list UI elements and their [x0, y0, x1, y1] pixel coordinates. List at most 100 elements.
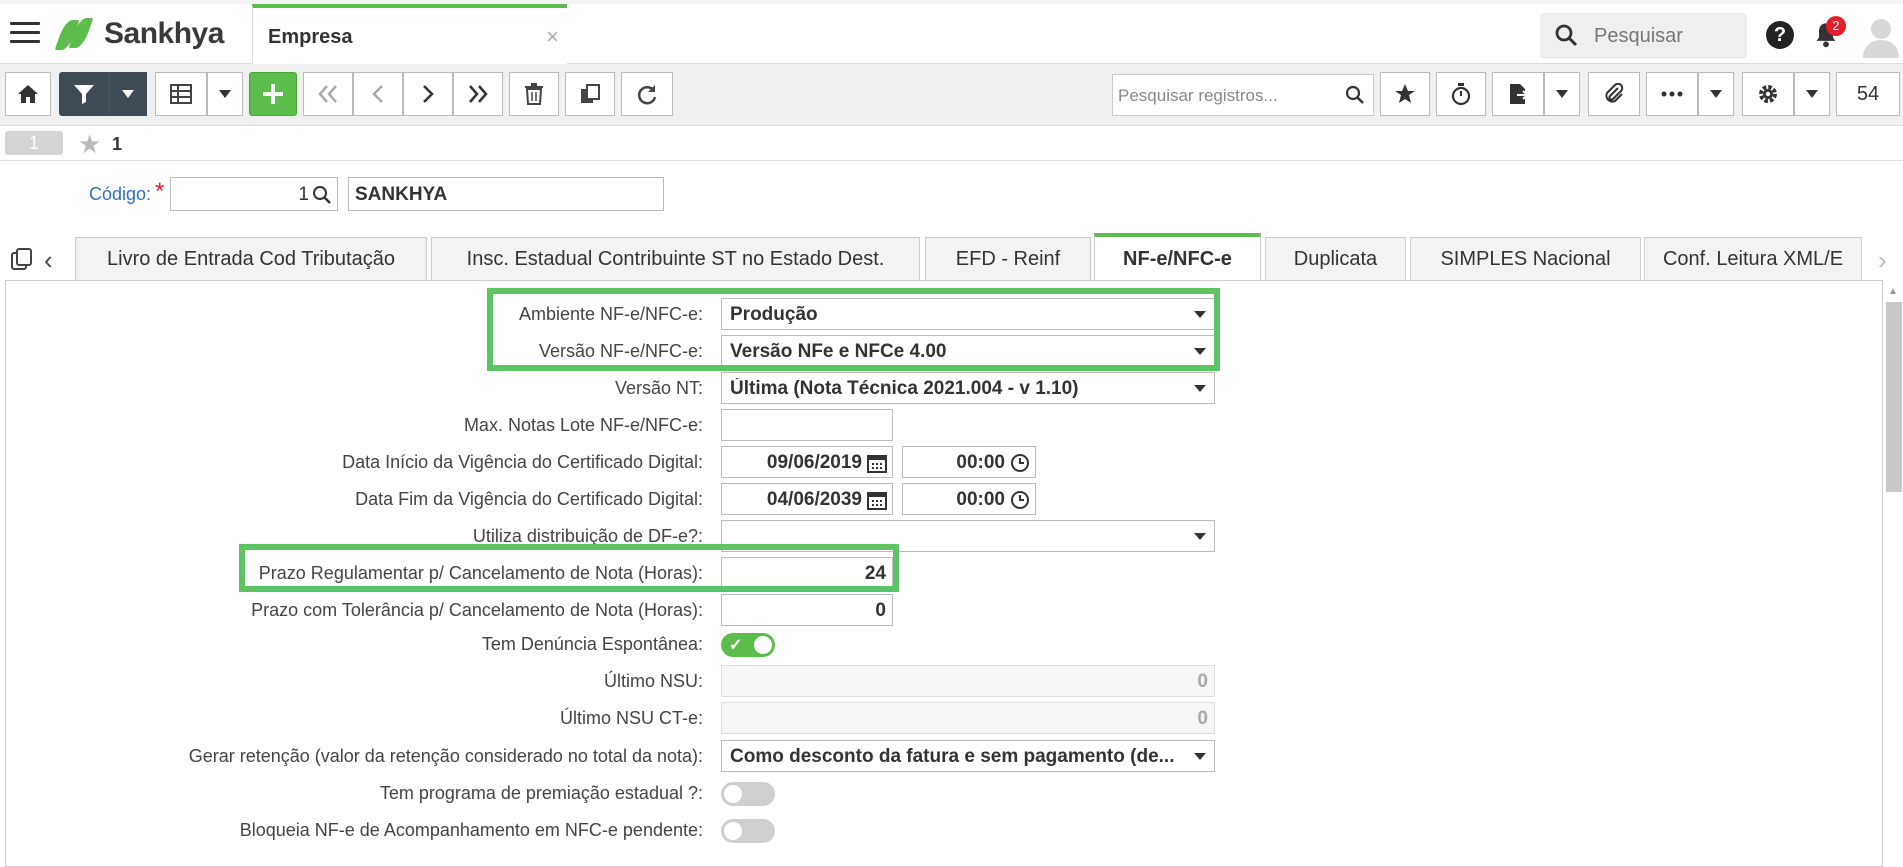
caret-down-icon	[219, 90, 231, 98]
window-tab-empresa[interactable]: Empresa ×	[252, 4, 567, 67]
previous-record-button[interactable]	[353, 72, 403, 116]
data-fim-time-input[interactable]: 00:00	[902, 483, 1036, 515]
chevron-left-icon[interactable]: ‹	[44, 245, 53, 276]
prazo-regulamentar-input[interactable]: 24	[721, 557, 893, 589]
record-count[interactable]: 54	[1836, 72, 1900, 116]
retencao-value: Como desconto da fatura e sem pagamento …	[730, 746, 1175, 767]
ultimo-nsu-cte-input: 0	[721, 702, 1215, 734]
denuncia-toggle[interactable]: ✓	[721, 633, 775, 657]
more-icon	[1661, 91, 1683, 97]
more-actions-dropdown-button[interactable]	[1698, 72, 1734, 116]
prazo-regulamentar-value: 24	[864, 563, 886, 584]
export-button[interactable]	[1492, 72, 1544, 116]
bloqueia-label: Bloqueia NF-e de Acompanhamento em NFC-e…	[239, 820, 703, 840]
max-notas-label: Max. Notas Lote NF-e/NFC-e:	[463, 415, 703, 435]
favorite-button[interactable]	[1380, 72, 1430, 116]
delete-button[interactable]	[509, 72, 559, 116]
tab-nfe-nfce[interactable]: NF-e/NFC-e	[1094, 233, 1261, 282]
copy-icon[interactable]	[10, 247, 34, 271]
versao-value: Versão NFe e NFCe 4.00	[730, 341, 947, 362]
filter-button[interactable]	[59, 72, 109, 116]
search-icon	[1555, 24, 1578, 47]
data-fim-time-value: 00:00	[956, 489, 1005, 510]
dropdown-arrow-icon	[1194, 348, 1206, 355]
filter-dropdown-button[interactable]	[109, 72, 147, 116]
clock-icon[interactable]	[1010, 490, 1030, 510]
global-search[interactable]: Pesquisar	[1540, 13, 1747, 59]
ultimo-nsu-cte-value: 0	[1197, 708, 1208, 729]
page-indicator[interactable]: 1	[5, 131, 63, 155]
add-record-button[interactable]	[249, 72, 297, 116]
empresa-name-value: SANKHYA	[355, 184, 448, 205]
avatar[interactable]	[1862, 16, 1900, 58]
home-icon	[18, 85, 38, 103]
clock-icon[interactable]	[1010, 453, 1030, 473]
ambiente-label: Ambiente NF-e/NFC-e:	[518, 304, 703, 324]
toolbar: Pesquisar registros... 54	[0, 64, 1903, 126]
star-icon[interactable]: ★	[78, 129, 101, 160]
search-icon[interactable]	[312, 185, 332, 205]
export-dropdown-button[interactable]	[1544, 72, 1580, 116]
prazo-tolerancia-input[interactable]: 0	[721, 594, 893, 626]
grid-view-dropdown-button[interactable]	[207, 72, 243, 116]
close-tab-icon[interactable]: ×	[546, 24, 559, 50]
empresa-name-field[interactable]: SANKHYA	[348, 177, 664, 211]
stopwatch-icon	[1451, 83, 1471, 106]
menu-icon[interactable]	[10, 22, 40, 48]
prazo-regulamentar-label: Prazo Regulamentar p/ Cancelamento de No…	[258, 563, 703, 583]
tab-efd-reinf[interactable]: EFD - Reinf	[925, 237, 1091, 282]
sankhya-logo[interactable]: Sankhya	[54, 16, 224, 52]
more-actions-button[interactable]	[1646, 72, 1698, 116]
data-fim-date-value: 04/06/2039	[766, 489, 862, 510]
help-icon[interactable]: ?	[1766, 21, 1794, 49]
home-button[interactable]	[5, 72, 51, 116]
distribuicao-label: Utiliza distribuição de DF-e?:	[472, 526, 703, 546]
first-record-button[interactable]	[303, 72, 353, 116]
versao-nt-select[interactable]: Última (Nota Técnica 2021.004 - v 1.10)	[721, 372, 1215, 404]
gear-icon	[1759, 85, 1777, 103]
caret-down-icon	[1710, 90, 1722, 98]
settings-button[interactable]	[1742, 72, 1794, 116]
premiacao-toggle[interactable]	[721, 782, 775, 806]
attachment-button[interactable]	[1588, 72, 1640, 116]
versao-select[interactable]: Versão NFe e NFCe 4.00	[721, 335, 1215, 367]
tab-conf-leitura-xml[interactable]: Conf. Leitura XML/E	[1644, 237, 1862, 282]
record-search-input[interactable]: Pesquisar registros...	[1112, 74, 1374, 116]
ambiente-select[interactable]: Produção	[721, 298, 1215, 330]
ambiente-value: Produção	[730, 304, 818, 325]
calendar-icon[interactable]	[867, 490, 887, 510]
refresh-icon	[637, 85, 657, 105]
trash-icon	[525, 83, 543, 105]
calendar-icon[interactable]	[867, 453, 887, 473]
codigo-input[interactable]: 1	[170, 177, 338, 211]
scrollbar[interactable]: ▲	[1884, 282, 1903, 867]
tab-simples-nacional[interactable]: SIMPLES Nacional	[1410, 237, 1641, 282]
distribuicao-select[interactable]	[721, 520, 1215, 552]
tab-insc-estadual[interactable]: Insc. Estadual Contribuinte ST no Estado…	[431, 237, 920, 282]
settings-dropdown-button[interactable]	[1794, 72, 1830, 116]
data-inicio-time-input[interactable]: 00:00	[902, 446, 1036, 478]
max-notas-input[interactable]	[721, 409, 893, 441]
star-icon	[1395, 84, 1415, 103]
timer-button[interactable]	[1436, 72, 1486, 116]
table-icon	[170, 84, 192, 104]
chevron-right-icon[interactable]: ›	[1878, 245, 1887, 276]
tab-livro-entrada[interactable]: Livro de Entrada Cod Tributação	[75, 237, 427, 282]
refresh-button[interactable]	[621, 72, 673, 116]
next-record-button[interactable]	[403, 72, 453, 116]
data-fim-date-input[interactable]: 04/06/2039	[721, 483, 893, 515]
check-icon: ✓	[729, 637, 743, 654]
duplicate-button[interactable]	[565, 72, 615, 116]
toggle-knob	[754, 636, 772, 654]
retencao-select[interactable]: Como desconto da fatura e sem pagamento …	[721, 740, 1215, 772]
toggle-knob	[724, 822, 742, 840]
grid-view-button[interactable]	[155, 72, 207, 116]
data-inicio-date-input[interactable]: 09/06/2019	[721, 446, 893, 478]
scroll-up-icon[interactable]: ▲	[1888, 286, 1898, 297]
bloqueia-toggle[interactable]	[721, 819, 775, 843]
caret-down-icon	[1806, 90, 1818, 98]
last-record-button[interactable]	[453, 72, 503, 116]
scrollbar-thumb[interactable]	[1886, 302, 1902, 492]
tab-duplicata[interactable]: Duplicata	[1265, 237, 1406, 282]
app-name: Sankhya	[104, 17, 224, 50]
